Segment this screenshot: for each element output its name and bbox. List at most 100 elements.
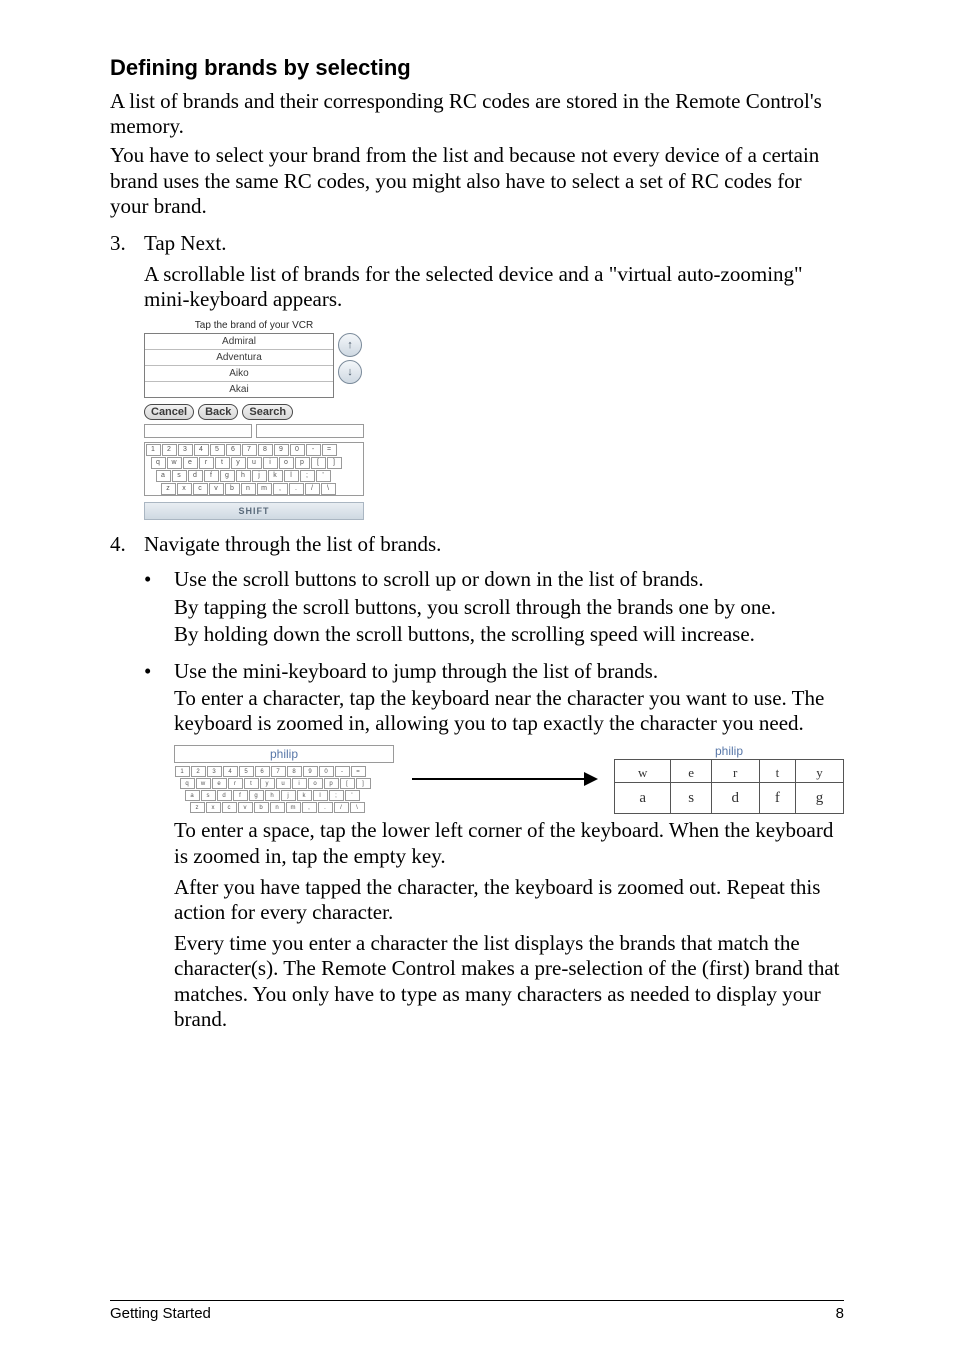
key[interactable]: v: [209, 483, 224, 495]
key[interactable]: p: [295, 457, 310, 469]
key[interactable]: c: [193, 483, 208, 495]
key: p: [324, 778, 339, 789]
key[interactable]: ;: [300, 470, 315, 482]
brand-row-0[interactable]: Admiral: [145, 334, 333, 350]
tail-p3: Every time you enter a character the lis…: [174, 931, 844, 1032]
key[interactable]: k: [268, 470, 283, 482]
key: /: [334, 802, 349, 813]
key[interactable]: u: [247, 457, 262, 469]
page-footer: Getting Started 8: [110, 1300, 844, 1322]
shift-label[interactable]: SHIFT: [144, 502, 364, 520]
key[interactable]: 7: [242, 444, 257, 456]
key[interactable]: j: [252, 470, 267, 482]
scroll-up-button[interactable]: ↑: [338, 333, 362, 357]
key[interactable]: a: [156, 470, 171, 482]
key[interactable]: 9: [274, 444, 289, 456]
key: b: [254, 802, 269, 813]
key[interactable]: r: [199, 457, 214, 469]
key: 3: [207, 766, 222, 777]
big-key: g: [796, 783, 844, 814]
key[interactable]: w: [167, 457, 182, 469]
key: 5: [239, 766, 254, 777]
big-key: e: [671, 760, 711, 783]
key[interactable]: 0: [290, 444, 305, 456]
key[interactable]: g: [220, 470, 235, 482]
key[interactable]: 5: [210, 444, 225, 456]
key[interactable]: x: [177, 483, 192, 495]
key: -: [335, 766, 350, 777]
key[interactable]: .: [289, 483, 304, 495]
key[interactable]: /: [305, 483, 320, 495]
key[interactable]: 3: [178, 444, 193, 456]
cancel-button[interactable]: Cancel: [144, 404, 194, 420]
key[interactable]: n: [241, 483, 256, 495]
key[interactable]: 2: [162, 444, 177, 456]
key[interactable]: \: [321, 483, 336, 495]
key[interactable]: 8: [258, 444, 273, 456]
step-4-num: 4.: [110, 532, 144, 557]
search-field-2[interactable]: [256, 424, 364, 438]
key[interactable]: 4: [194, 444, 209, 456]
key: s: [201, 790, 216, 801]
key[interactable]: l: [284, 470, 299, 482]
footer-page-number: 8: [836, 1305, 844, 1322]
key: c: [222, 802, 237, 813]
brand-list[interactable]: Admiral Adventura Aiko Akai: [144, 333, 334, 398]
key[interactable]: s: [172, 470, 187, 482]
key[interactable]: e: [183, 457, 198, 469]
key: h: [265, 790, 280, 801]
key[interactable]: q: [151, 457, 166, 469]
step-3-num: 3.: [110, 231, 144, 256]
key: e: [212, 778, 227, 789]
brand-row-2[interactable]: Aiko: [145, 366, 333, 382]
key[interactable]: h: [236, 470, 251, 482]
key: ;: [329, 790, 344, 801]
key[interactable]: ': [316, 470, 331, 482]
key: ,: [302, 802, 317, 813]
mini-keyboard[interactable]: 1 2 3 4 5 6 7 8 9 0 - = q w e r t y u: [144, 442, 364, 496]
bullet-2-line-2: To enter a character, tap the keyboard n…: [174, 686, 844, 736]
search-button[interactable]: Search: [242, 404, 293, 420]
key[interactable]: [: [311, 457, 326, 469]
key: 0: [319, 766, 334, 777]
big-key: t: [759, 760, 795, 783]
key[interactable]: f: [204, 470, 219, 482]
step-3-desc: A scrollable list of brands for the sele…: [144, 262, 844, 312]
key: x: [206, 802, 221, 813]
big-kb-label: philip: [614, 744, 844, 758]
bullet-1: • Use the scroll buttons to scroll up or…: [144, 567, 844, 649]
key[interactable]: i: [263, 457, 278, 469]
key[interactable]: ,: [273, 483, 288, 495]
key[interactable]: m: [257, 483, 272, 495]
key[interactable]: t: [215, 457, 230, 469]
key: =: [351, 766, 366, 777]
footer-left: Getting Started: [110, 1305, 211, 1322]
key[interactable]: o: [279, 457, 294, 469]
bullet-2: • Use the mini-keyboard to jump through …: [144, 659, 844, 739]
key: l: [313, 790, 328, 801]
key[interactable]: y: [231, 457, 246, 469]
brand-row-1[interactable]: Adventura: [145, 350, 333, 366]
key: u: [276, 778, 291, 789]
tail-p2: After you have tapped the character, the…: [174, 875, 844, 925]
key[interactable]: =: [322, 444, 337, 456]
back-button[interactable]: Back: [198, 404, 238, 420]
step-4-text: Navigate through the list of brands.: [144, 532, 441, 557]
step-4: 4. Navigate through the list of brands.: [110, 532, 844, 557]
big-key: f: [759, 783, 795, 814]
key: g: [249, 790, 264, 801]
key[interactable]: 6: [226, 444, 241, 456]
key: a: [185, 790, 200, 801]
key[interactable]: b: [225, 483, 240, 495]
intro-paragraph-2: You have to select your brand from the l…: [110, 143, 844, 219]
brand-row-3[interactable]: Akai: [145, 382, 333, 397]
scroll-down-button[interactable]: ↓: [338, 360, 362, 384]
intro-paragraph-1: A list of brands and their corresponding…: [110, 89, 844, 139]
key[interactable]: ]: [327, 457, 342, 469]
search-field-1[interactable]: [144, 424, 252, 438]
key[interactable]: 1: [146, 444, 161, 456]
key[interactable]: d: [188, 470, 203, 482]
key[interactable]: z: [161, 483, 176, 495]
arrow-right-icon: [412, 778, 596, 780]
key[interactable]: -: [306, 444, 321, 456]
